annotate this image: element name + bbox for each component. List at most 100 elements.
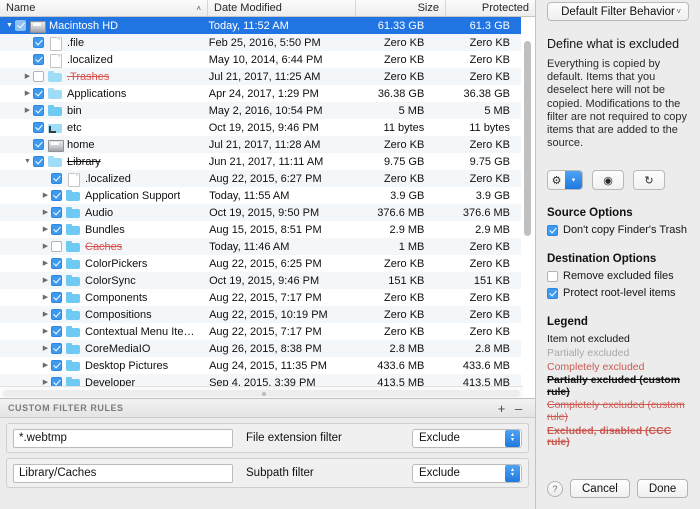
table-row[interactable]: ▶CachesToday, 11:46 AM1 MBZero KB <box>0 238 521 255</box>
table-row[interactable]: .fileFeb 25, 2016, 5:50 PMZero KBZero KB <box>0 34 521 51</box>
disclosure-triangle-closed-icon[interactable]: ▶ <box>40 345 51 352</box>
file-include-checkbox[interactable] <box>33 139 44 150</box>
column-header-date-modified[interactable]: Date Modified <box>207 0 355 16</box>
file-include-checkbox[interactable] <box>51 190 62 201</box>
file-include-checkbox[interactable] <box>51 343 62 354</box>
disclosure-triangle-closed-icon[interactable]: ▶ <box>40 243 51 250</box>
option-checkbox-row[interactable]: Don't copy Finder's Trash <box>547 224 689 236</box>
disclosure-triangle-closed-icon[interactable]: ▶ <box>40 226 51 233</box>
table-row[interactable]: homeJul 21, 2017, 11:28 AMZero KBZero KB <box>0 136 521 153</box>
disclosure-triangle-closed-icon[interactable]: ▶ <box>22 90 33 97</box>
option-checkbox[interactable] <box>547 288 558 299</box>
table-row[interactable]: ▶CompositionsAug 22, 2015, 10:19 PMZero … <box>0 306 521 323</box>
table-row[interactable]: ▶Application SupportToday, 11:55 AM3.9 G… <box>0 187 521 204</box>
table-row[interactable]: .localizedMay 10, 2014, 6:44 PMZero KBZe… <box>0 51 521 68</box>
file-size: Zero KB <box>346 292 434 304</box>
remove-rule-button[interactable]: – <box>510 401 527 416</box>
done-button[interactable]: Done <box>637 479 689 498</box>
table-row[interactable]: ▶ApplicationsApr 24, 2017, 1:29 PM36.38 … <box>0 85 521 102</box>
file-list-horizontal-scrollbar[interactable] <box>0 386 523 398</box>
column-header-size[interactable]: Size <box>355 0 445 16</box>
help-button[interactable]: ? <box>547 481 563 497</box>
file-name-label: Contextual Menu Items <box>85 326 198 338</box>
filter-actions-gear-button[interactable]: ⚙ ▾ <box>547 170 583 190</box>
filter-rule-action-value: Exclude <box>419 432 505 444</box>
file-include-checkbox[interactable] <box>51 173 62 184</box>
disclosure-triangle-closed-icon[interactable]: ▶ <box>40 192 51 199</box>
file-include-checkbox[interactable] <box>51 309 62 320</box>
option-checkbox-row[interactable]: Protect root-level items <box>547 287 689 299</box>
filter-rule-action-dropdown[interactable]: Exclude▴▾ <box>412 429 522 448</box>
file-protected-size: 376.6 MB <box>433 207 521 219</box>
table-row[interactable]: ▶Contextual Menu ItemsAug 22, 2015, 7:17… <box>0 323 521 340</box>
file-include-checkbox[interactable] <box>51 360 62 371</box>
refresh-button[interactable]: ↻ <box>633 170 665 190</box>
add-rule-button[interactable]: + <box>493 401 510 416</box>
file-include-checkbox[interactable] <box>51 275 62 286</box>
disclosure-triangle-closed-icon[interactable]: ▶ <box>40 209 51 216</box>
filter-rule-pattern-input[interactable] <box>13 429 233 448</box>
cancel-button[interactable]: Cancel <box>570 479 630 498</box>
option-checkbox-row[interactable]: Remove excluded files <box>547 270 689 282</box>
table-row[interactable]: ▶ColorPickersAug 22, 2015, 6:25 PMZero K… <box>0 255 521 272</box>
file-include-checkbox[interactable] <box>33 156 44 167</box>
preview-button[interactable]: ◉ <box>592 170 624 190</box>
filter-rule-action-dropdown[interactable]: Exclude▴▾ <box>412 464 522 483</box>
file-include-checkbox[interactable] <box>51 207 62 218</box>
vertical-scrollbar-thumb[interactable] <box>524 41 531 236</box>
disclosure-triangle-closed-icon[interactable]: ▶ <box>22 73 33 80</box>
stepper-chevrons-icon[interactable]: ▴▾ <box>505 430 520 447</box>
file-include-checkbox[interactable] <box>51 224 62 235</box>
file-list-vertical-scrollbar[interactable] <box>522 19 533 386</box>
file-include-checkbox[interactable] <box>33 122 44 133</box>
disclosure-triangle-closed-icon[interactable]: ▶ <box>40 379 51 386</box>
filter-behavior-value: Default Filter Behavior <box>561 6 675 18</box>
disclosure-triangle-closed-icon[interactable]: ▶ <box>22 107 33 114</box>
file-include-checkbox[interactable] <box>33 88 44 99</box>
file-include-checkbox[interactable] <box>51 241 62 252</box>
table-row[interactable]: ▶CoreMediaIOAug 26, 2015, 8:38 PM2.8 MB2… <box>0 340 521 357</box>
file-size: 11 bytes <box>346 122 434 134</box>
file-size: Zero KB <box>346 71 434 83</box>
file-include-checkbox[interactable] <box>33 71 44 82</box>
file-include-checkbox[interactable] <box>33 105 44 116</box>
table-row[interactable]: ▶Desktop PicturesAug 24, 2015, 11:35 PM4… <box>0 357 521 374</box>
file-date-modified: Jul 21, 2017, 11:25 AM <box>202 71 346 83</box>
table-row[interactable]: ▶BundlesAug 15, 2015, 8:51 PM2.9 MB2.9 M… <box>0 221 521 238</box>
scrollbar-resize-handle[interactable] <box>262 392 266 396</box>
table-row[interactable]: etcOct 19, 2015, 9:46 PM11 bytes11 bytes <box>0 119 521 136</box>
column-header-name[interactable]: Name ˄ <box>0 0 207 16</box>
file-include-checkbox[interactable] <box>33 54 44 65</box>
filter-behavior-dropdown[interactable]: Default Filter Behavior ˅ <box>547 2 689 21</box>
table-row[interactable]: ▶ComponentsAug 22, 2015, 7:17 PMZero KBZ… <box>0 289 521 306</box>
file-protected-size: 2.9 MB <box>433 224 521 236</box>
table-row[interactable]: ▶binMay 2, 2016, 10:54 PM5 MB5 MB <box>0 102 521 119</box>
file-include-checkbox[interactable] <box>51 292 62 303</box>
disclosure-triangle-open-icon[interactable]: ▼ <box>22 158 33 165</box>
table-row[interactable]: ▶.TrashesJul 21, 2017, 11:25 AMZero KBZe… <box>0 68 521 85</box>
filter-rule-pattern-input[interactable] <box>13 464 233 483</box>
file-date-modified: Oct 19, 2015, 9:46 PM <box>202 275 346 287</box>
disclosure-triangle-closed-icon[interactable]: ▶ <box>40 311 51 318</box>
table-row[interactable]: ▶ColorSyncOct 19, 2015, 9:46 PM151 KB151… <box>0 272 521 289</box>
table-row[interactable]: ▶AudioOct 19, 2015, 9:50 PM376.6 MB376.6… <box>0 204 521 221</box>
disclosure-triangle-closed-icon[interactable]: ▶ <box>40 277 51 284</box>
disclosure-triangle-open-icon[interactable]: ▼ <box>4 22 15 29</box>
file-include-checkbox[interactable] <box>15 20 26 31</box>
table-row[interactable]: .localizedAug 22, 2015, 6:27 PMZero KBZe… <box>0 170 521 187</box>
option-checkbox[interactable] <box>547 225 558 236</box>
option-checkbox[interactable] <box>547 271 558 282</box>
table-row[interactable]: ▼Macintosh HDToday, 11:52 AM61.33 GB61.3… <box>0 17 521 34</box>
disclosure-triangle-closed-icon[interactable]: ▶ <box>40 260 51 267</box>
file-protected-size: Zero KB <box>433 173 521 185</box>
table-row[interactable]: ▼LibraryJun 21, 2017, 11:11 AM9.75 GB9.7… <box>0 153 521 170</box>
file-include-checkbox[interactable] <box>51 326 62 337</box>
disclosure-triangle-closed-icon[interactable]: ▶ <box>40 362 51 369</box>
stepper-chevrons-icon[interactable]: ▴▾ <box>505 465 520 482</box>
disclosure-triangle-closed-icon[interactable]: ▶ <box>40 328 51 335</box>
file-include-checkbox[interactable] <box>51 258 62 269</box>
disclosure-triangle-closed-icon[interactable]: ▶ <box>40 294 51 301</box>
column-header-protected[interactable]: Protected <box>445 0 535 16</box>
file-include-checkbox[interactable] <box>33 37 44 48</box>
inspector-description: Everything is copied by default. Items t… <box>547 58 689 150</box>
